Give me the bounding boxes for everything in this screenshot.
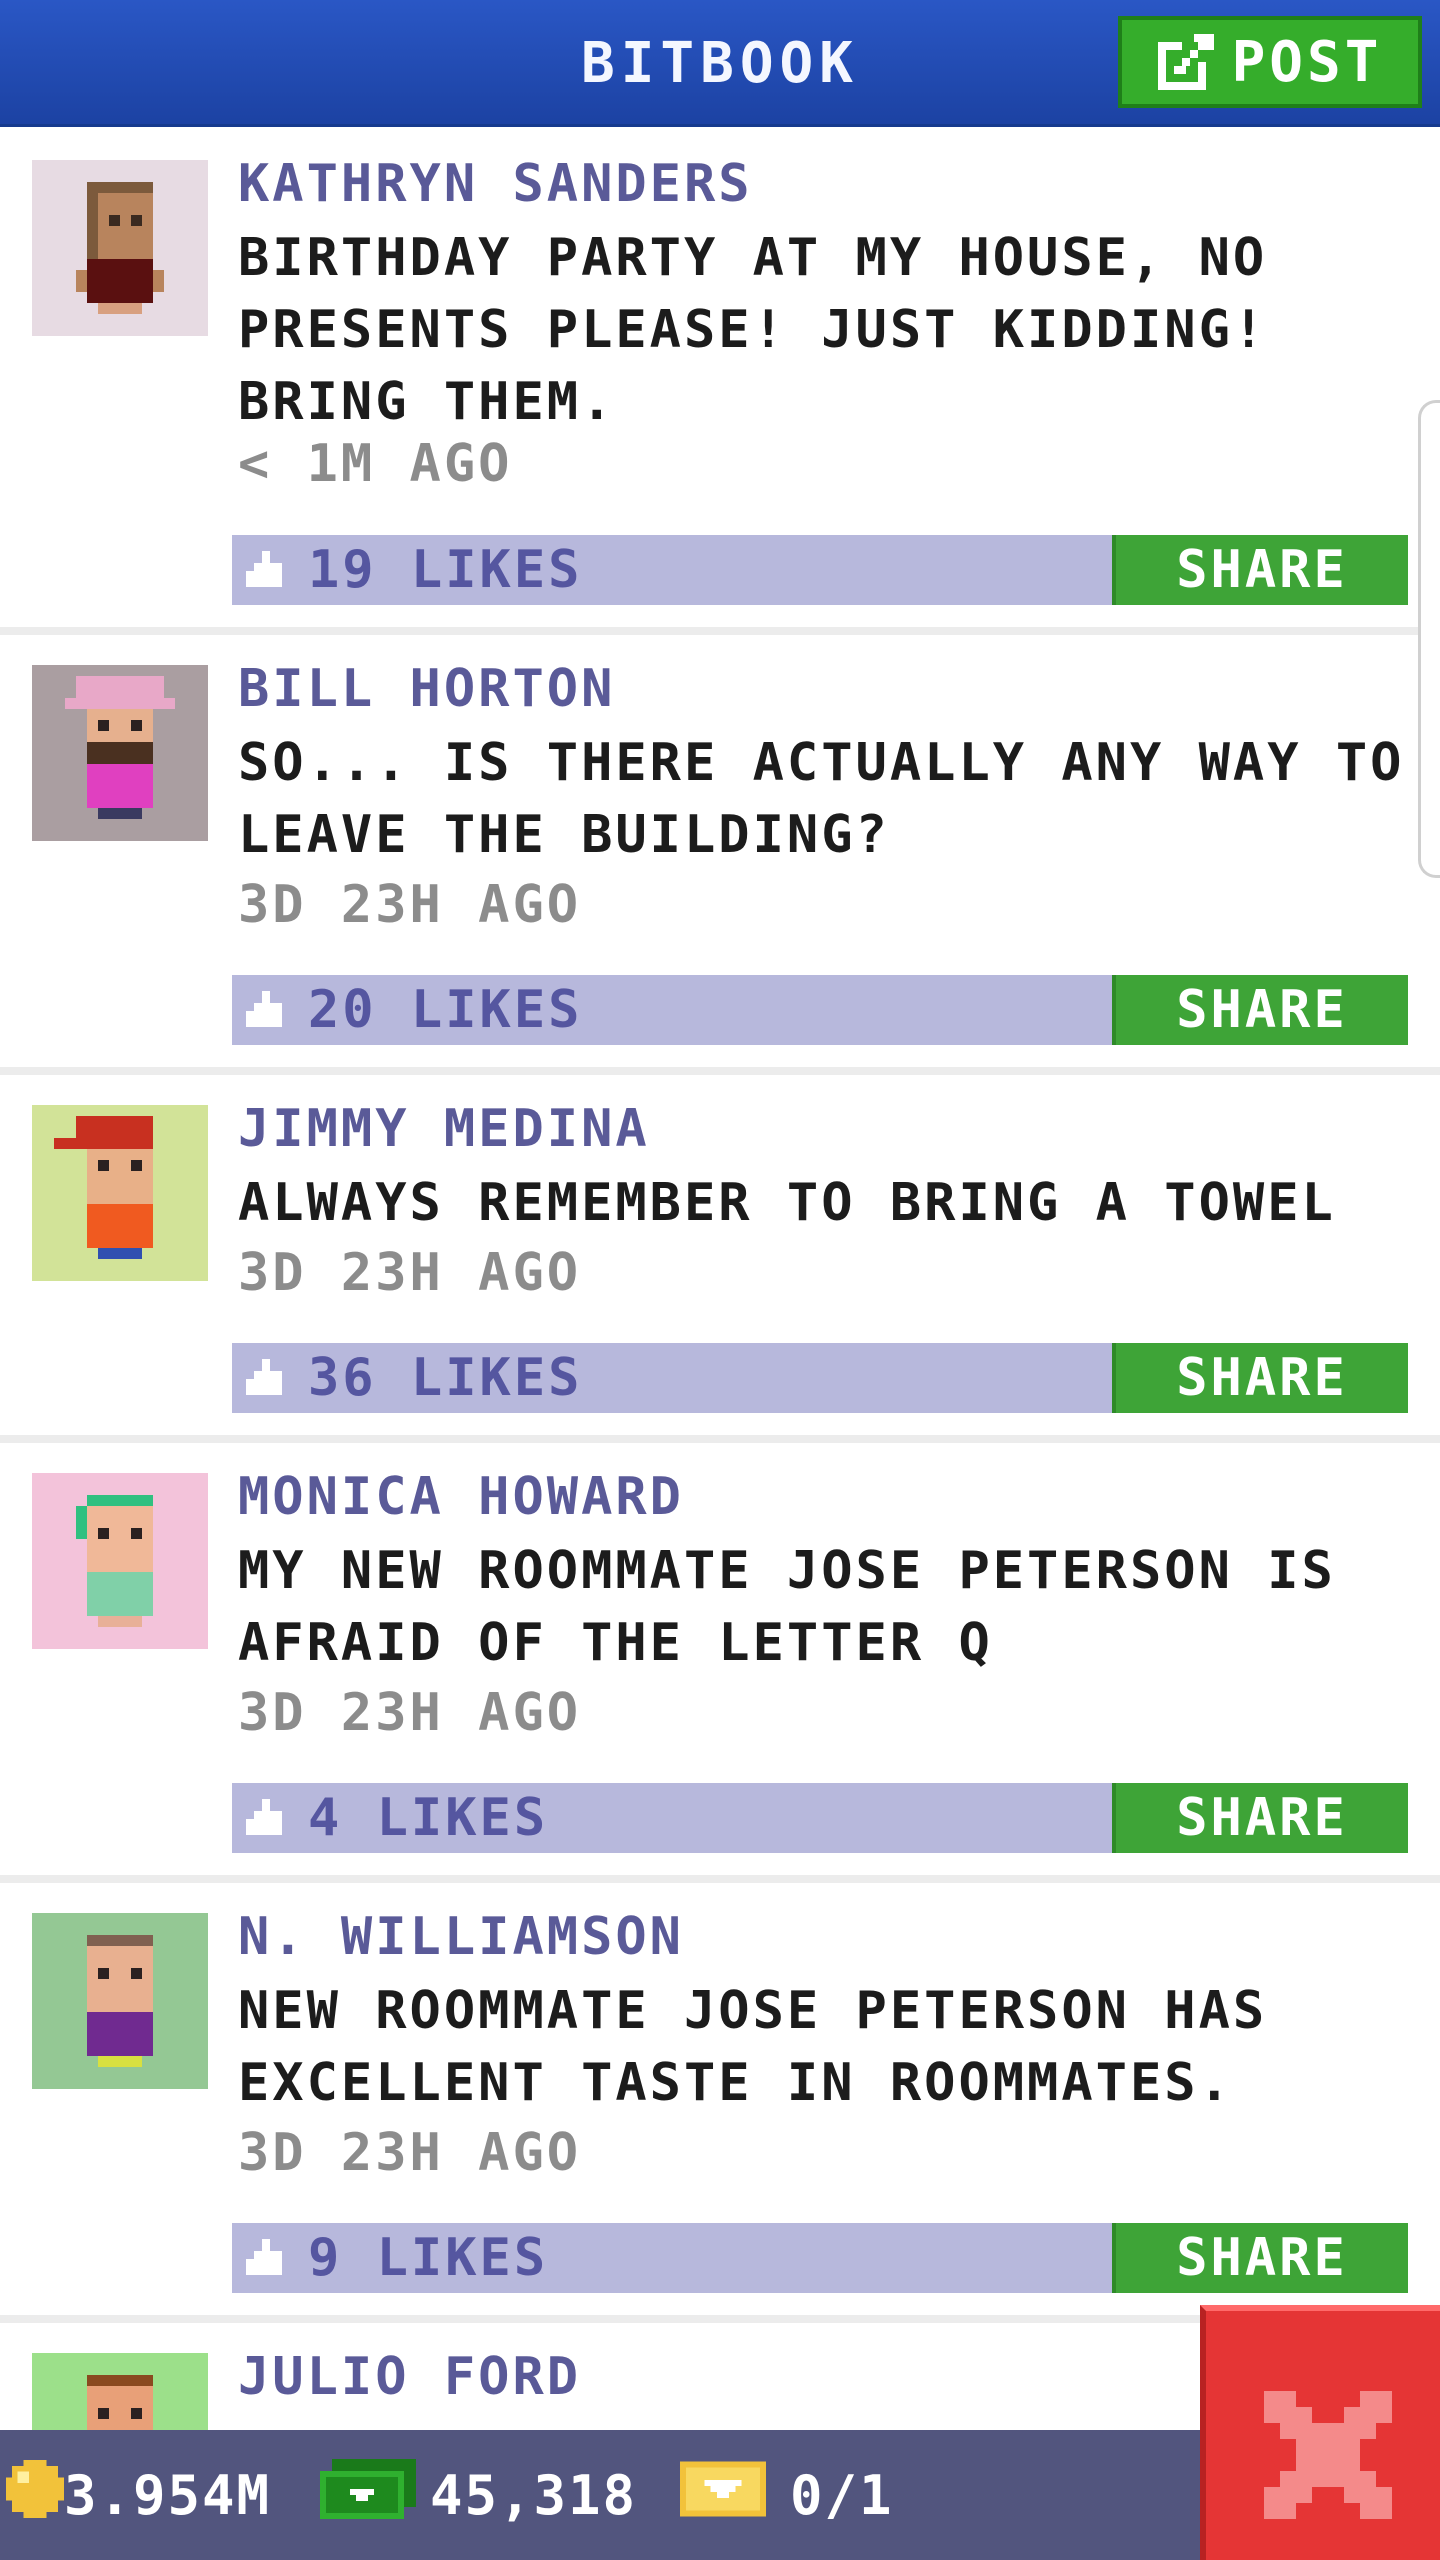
feed-post: BILL HORTON SO... IS THERE ACTUALLY ANY … [0, 635, 1440, 1075]
scroll-edge-handle[interactable] [1418, 400, 1440, 878]
like-count: 4 LIKES [308, 1788, 549, 1848]
share-button[interactable]: SHARE [1112, 1783, 1408, 1853]
post-button-label: POST [1231, 29, 1383, 95]
share-button[interactable]: SHARE [1112, 975, 1408, 1045]
coins-stat: 3.954M [6, 2430, 271, 2560]
post-author[interactable]: MONICA HOWARD [238, 1463, 684, 1531]
post-text: NEW ROOMMATE JOSE PETERSON HAS EXCELLENT… [238, 1981, 1268, 2113]
post-timestamp: 3D 23H AGO [238, 1243, 582, 1303]
like-bar[interactable]: 19 LIKES SHARE [232, 535, 1408, 605]
ticket-icon [680, 2460, 766, 2530]
avatar[interactable] [32, 2353, 208, 2430]
coins-value: 3.954M [64, 2463, 272, 2527]
post-author[interactable]: BILL HORTON [238, 655, 615, 723]
bux-icon [320, 2458, 416, 2533]
coin-icon [6, 2459, 64, 2531]
avatar[interactable] [32, 160, 208, 336]
bux-value: 45,318 [430, 2463, 638, 2527]
avatar[interactable] [32, 665, 208, 841]
post-author[interactable]: JULIO FORD [238, 2343, 581, 2411]
thumbs-up-icon [246, 551, 286, 595]
tickets-stat: 0/1 [680, 2430, 894, 2560]
like-bar[interactable]: 9 LIKES SHARE [232, 2223, 1408, 2293]
post-text: MY NEW ROOMMATE JOSE PETERSON IS AFRAID … [238, 1541, 1336, 1673]
post-button[interactable]: POST [1118, 16, 1422, 108]
post-author[interactable]: KATHRYN SANDERS [238, 150, 753, 218]
post-author[interactable]: N. WILLIAMSON [238, 1903, 684, 1971]
close-button[interactable] [1200, 2305, 1440, 2560]
feed-list[interactable]: KATHRYN SANDERS BIRTHDAY PARTY AT MY HOU… [0, 130, 1440, 2430]
like-count: 9 LIKES [308, 2228, 549, 2288]
like-count: 19 LIKES [308, 540, 583, 600]
share-button[interactable]: SHARE [1112, 1343, 1408, 1413]
share-button[interactable]: SHARE [1112, 535, 1408, 605]
post-text: BIRTHDAY PARTY AT MY HOUSE, NO PRESENTS … [238, 228, 1268, 432]
avatar[interactable] [32, 1105, 208, 1281]
post-timestamp: 3D 23H AGO [238, 1683, 582, 1743]
thumbs-up-icon [246, 1359, 286, 1403]
like-count: 20 LIKES [308, 980, 583, 1040]
avatar[interactable] [32, 1913, 208, 2089]
thumbs-up-icon [246, 1799, 286, 1843]
like-bar[interactable]: 20 LIKES SHARE [232, 975, 1408, 1045]
thumbs-up-icon [246, 2239, 286, 2283]
like-bar[interactable]: 4 LIKES SHARE [232, 1783, 1408, 1853]
post-text: SO... IS THERE ACTUALLY ANY WAY TO LEAVE… [238, 733, 1405, 865]
header-bar: BITBOOK POST [0, 0, 1440, 127]
post-text: ALWAYS REMEMBER TO BRING A TOWEL [238, 1173, 1336, 1233]
like-bar[interactable]: 36 LIKES SHARE [232, 1343, 1408, 1413]
feed-post: N. WILLIAMSON NEW ROOMMATE JOSE PETERSON… [0, 1883, 1440, 2323]
like-count: 36 LIKES [308, 1348, 583, 1408]
post-timestamp: 3D 23H AGO [238, 2123, 582, 2183]
post-timestamp: 3D 23H AGO [238, 875, 582, 935]
share-button[interactable]: SHARE [1112, 2223, 1408, 2293]
tickets-value: 0/1 [790, 2463, 894, 2527]
feed-post: JIMMY MEDINA ALWAYS REMEMBER TO BRING A … [0, 1075, 1440, 1443]
post-timestamp: < 1M AGO [238, 434, 513, 494]
avatar[interactable] [32, 1473, 208, 1649]
compose-icon [1157, 34, 1214, 90]
bux-stat: 45,318 [320, 2430, 637, 2560]
feed-post: KATHRYN SANDERS BIRTHDAY PARTY AT MY HOU… [0, 130, 1440, 635]
thumbs-up-icon [246, 991, 286, 1035]
post-author[interactable]: JIMMY MEDINA [238, 1095, 650, 1163]
feed-post: MONICA HOWARD MY NEW ROOMMATE JOSE PETER… [0, 1443, 1440, 1883]
close-icon [1264, 2391, 1392, 2523]
